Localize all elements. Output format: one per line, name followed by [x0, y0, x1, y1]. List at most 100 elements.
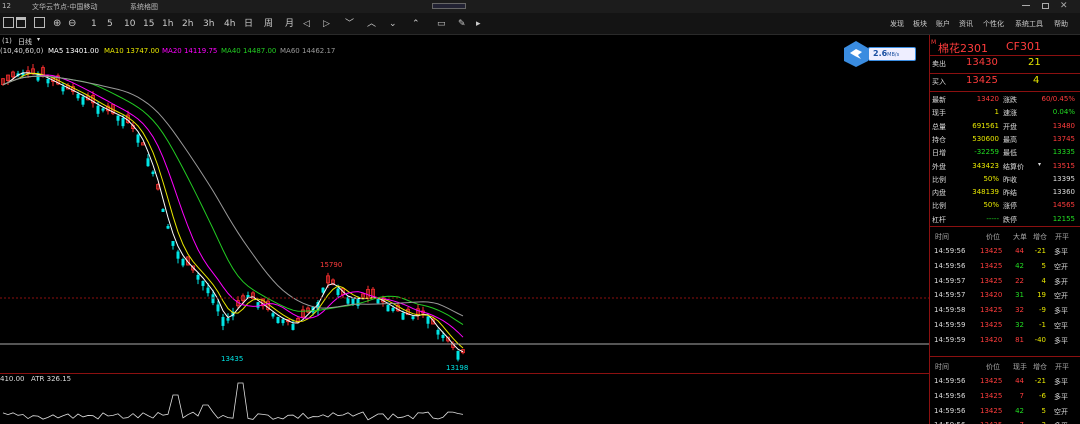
stat-value: 13515 — [1052, 161, 1075, 170]
grid-icon[interactable] — [3, 17, 14, 28]
chevron-down-icon[interactable]: ▾ — [1038, 161, 1041, 168]
close-button[interactable]: ✕ — [1060, 1, 1070, 11]
pen-icon[interactable]: ✎ — [458, 18, 466, 30]
speed-readout: 2.6MB/s — [868, 47, 916, 61]
menu-help[interactable]: 帮助 — [1054, 18, 1068, 30]
period-week[interactable]: 周 — [264, 18, 273, 30]
ask-price[interactable]: 13430 — [966, 57, 998, 68]
tick-row[interactable]: 14:59:57 13425 22 4 多开 — [930, 275, 1080, 287]
tick-row[interactable]: 14:59:59 13425 32 -1 空平 — [930, 319, 1080, 331]
stats-row: 最新 13420 涨跌 60/0.45% — [930, 93, 1080, 105]
candle-down — [121, 118, 125, 127]
candle-down — [201, 281, 205, 286]
tick-row[interactable]: 14:59:56 13425 44 -21 多平 — [930, 245, 1080, 257]
period-selector[interactable]: 日线 — [18, 37, 32, 47]
tick-row[interactable]: 14:59:58 13425 32 -9 多平 — [930, 304, 1080, 316]
chevron-down-icon[interactable]: ▾ — [37, 36, 40, 43]
tick-header: 时间 价位 大单 增仓 开平 — [930, 230, 1080, 242]
tick-row[interactable]: 14:59:57 13420 31 19 空开 — [930, 289, 1080, 301]
period-4h[interactable]: 4h — [224, 18, 235, 30]
box-icon[interactable] — [34, 17, 45, 28]
tick-volume: 32 — [1015, 321, 1024, 329]
bid-price[interactable]: 13425 — [966, 75, 998, 86]
tick-row[interactable]: 14:59:56 13425 44 -21 多平 — [930, 375, 1080, 387]
tick-row[interactable]: 14:59:56 13425 42 5 空开 — [930, 405, 1080, 417]
tick-oi-change: -6 — [1039, 391, 1046, 400]
stat-value: 13420 — [976, 95, 999, 103]
menu-personalize[interactable]: 个性化 — [983, 18, 1004, 30]
save-icon[interactable] — [16, 17, 26, 28]
contract-name: 棉花2301 — [938, 42, 988, 55]
stat-value: 691561 — [972, 121, 999, 130]
menu-system-tools[interactable]: 系统工具 — [1015, 18, 1043, 30]
period-10[interactable]: 10 — [124, 18, 135, 30]
quote-panel: M 棉花2301 CF301 卖出 13430 21 买入 13425 4 最新… — [929, 35, 1080, 424]
tick-header-cell: 价位 — [986, 233, 1000, 241]
period-15[interactable]: 15 — [143, 18, 154, 30]
candles — [1, 64, 465, 362]
tick-time: 14:59:57 — [934, 291, 966, 300]
period-1[interactable]: 1 — [91, 18, 97, 30]
system-drawing-menu[interactable]: 系统格图 — [130, 2, 158, 12]
period-2h[interactable]: 2h — [182, 18, 193, 30]
period-1h[interactable]: 1h — [162, 18, 173, 30]
speed-value: 2.6 — [873, 49, 888, 58]
ma20-legend: MA20 14119.75 — [162, 47, 218, 55]
tick-header-cell: 价位 — [986, 363, 1000, 371]
stats-row: 总量 691561 开盘 13480 — [930, 120, 1080, 132]
tick-price: 13425 — [980, 391, 1003, 400]
menu-sector[interactable]: 板块 — [913, 18, 927, 30]
candle-down — [101, 108, 105, 111]
tick-row[interactable]: 14:59:56134257-3多平 — [930, 419, 1080, 424]
tick-row[interactable]: 14:59:59 13420 81 -40 多平 — [930, 334, 1080, 346]
tick-oi-change: -21 — [1034, 377, 1046, 385]
period-month[interactable]: 月 — [285, 18, 294, 30]
chart-index: (1) — [2, 37, 12, 45]
stats-row: 持仓 530600 最高 13745 — [930, 133, 1080, 145]
arrow-down-icon[interactable]: ﹀ — [345, 18, 354, 30]
stat-value: 14565 — [1052, 201, 1075, 210]
tick-price: 13425 — [980, 306, 1003, 315]
arrow-right-icon[interactable]: ▷ — [323, 18, 330, 30]
period-day[interactable]: 日 — [244, 18, 253, 30]
tick-header: 时间 价位 现手 增仓 开平 — [930, 360, 1080, 372]
menu-account[interactable]: 账户 — [936, 18, 950, 30]
atr-indicator — [2, 382, 464, 421]
period-5[interactable]: 5 — [107, 18, 113, 30]
candle-down — [206, 287, 210, 294]
candle-down — [176, 251, 180, 259]
maximize-button[interactable] — [1042, 3, 1049, 9]
tick-oi-change: -1 — [1039, 321, 1046, 329]
zoom-out-icon[interactable]: ⊖ — [68, 18, 76, 30]
ma60-line — [2, 75, 464, 317]
tick-row[interactable]: 14:59:56 13425 7 -6 多平 — [930, 390, 1080, 402]
zoom-in-icon[interactable]: ⊕ — [53, 18, 61, 30]
double-down-icon[interactable]: ⌄ — [389, 18, 397, 30]
tick-row[interactable]: 14:59:56 13425 42 5 空开 — [930, 260, 1080, 272]
arrow-up-icon[interactable]: ︿ — [367, 18, 376, 30]
period-3h[interactable]: 3h — [203, 18, 214, 30]
more-icon[interactable]: ▸ — [476, 18, 481, 30]
stat-label: 现手 — [932, 109, 946, 118]
stat-label: 比例 — [932, 202, 946, 211]
tick-time: 14:59:56 — [934, 247, 966, 255]
stat-label: 比例 — [932, 175, 946, 184]
tick-price: 13425 — [980, 406, 1003, 415]
connection-indicator — [432, 3, 466, 9]
server-node[interactable]: 文华云节点-中国移动 — [32, 2, 98, 12]
title-bar: 12 文华云节点-中国移动 系统格图 ✕ — [0, 0, 1080, 13]
minimize-button[interactable] — [1022, 5, 1030, 6]
arrow-left-icon[interactable]: ◁ — [303, 18, 310, 30]
stat-value: 0.04% — [1052, 108, 1075, 117]
atr-line — [2, 382, 464, 421]
double-up-icon[interactable]: ⌃ — [412, 18, 420, 30]
stat-value: 13395 — [1052, 174, 1075, 183]
candle-down — [166, 226, 170, 229]
menu-discover[interactable]: 发现 — [890, 18, 904, 30]
draw-icon[interactable]: ▭ — [437, 18, 446, 30]
stat-label: 日增 — [932, 149, 946, 158]
menu-news[interactable]: 资讯 — [959, 18, 973, 30]
candle-down — [376, 298, 380, 304]
tick-price: 13420 — [980, 335, 1003, 344]
tick-time: 14:59:56 — [934, 391, 966, 400]
